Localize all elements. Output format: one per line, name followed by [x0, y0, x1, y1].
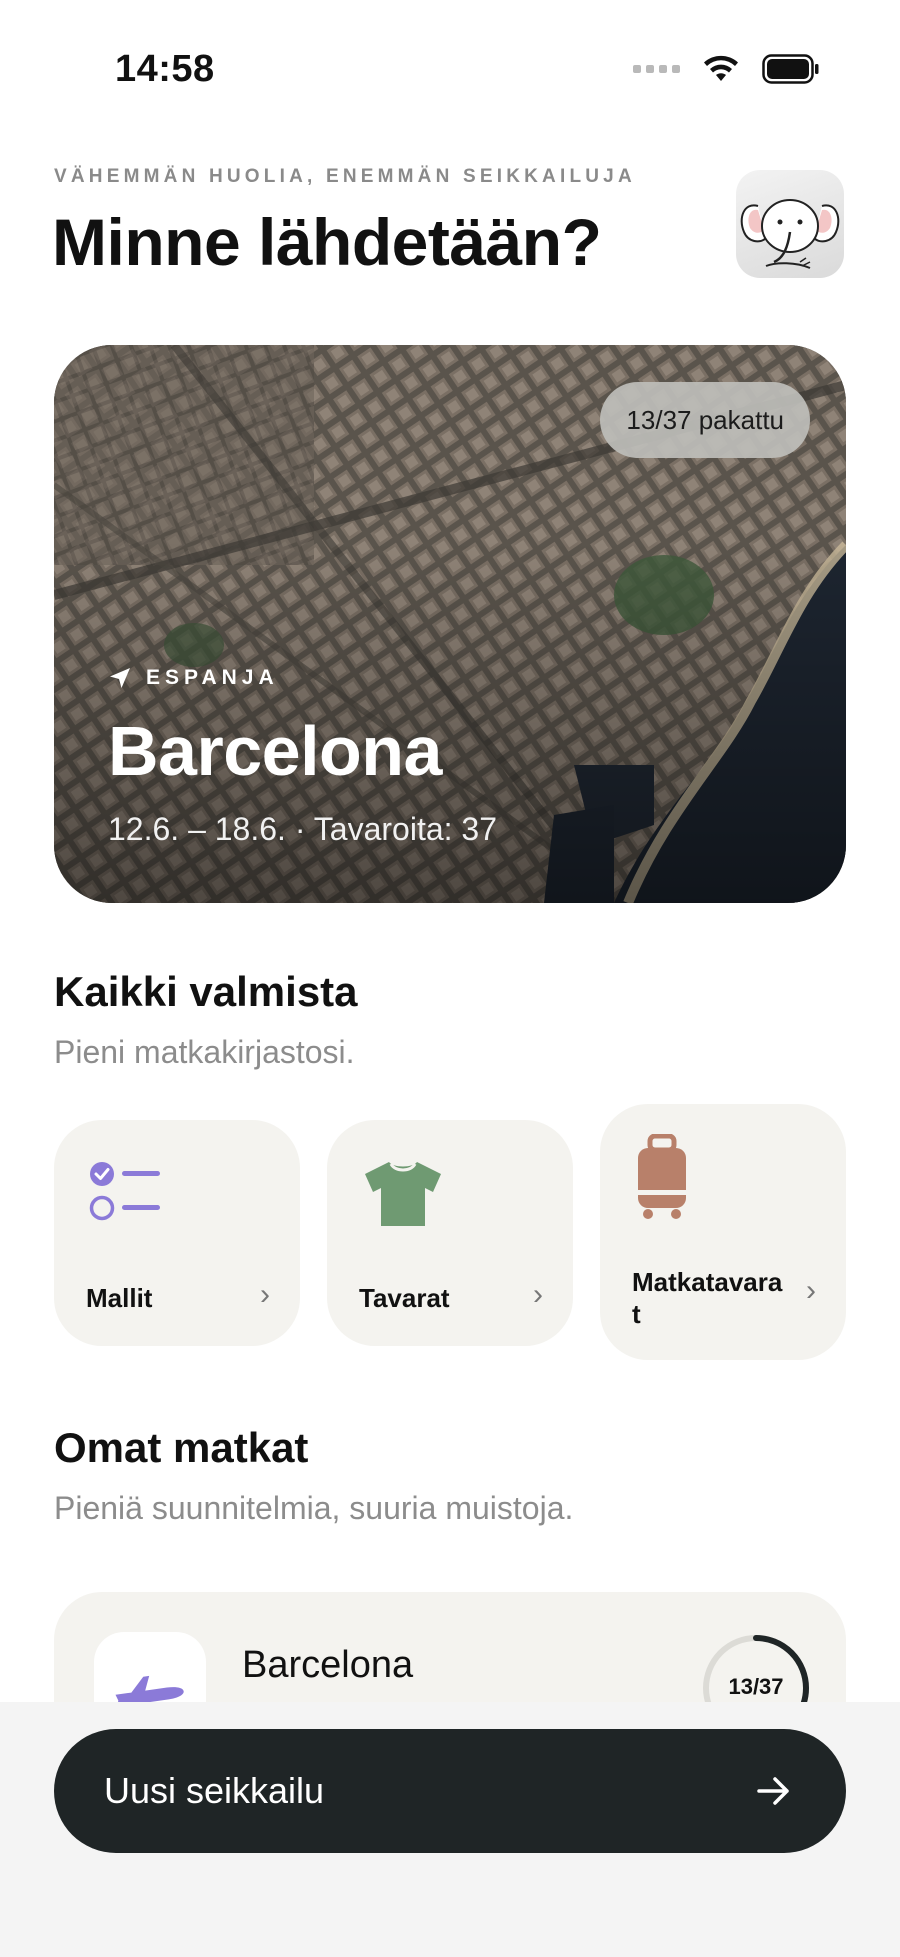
ready-section-title: Kaikki valmista [54, 968, 358, 1015]
battery-icon [762, 54, 820, 84]
tshirt-icon [365, 1162, 441, 1226]
location-arrow-icon [110, 668, 130, 688]
new-adventure-button[interactable]: Uusi seikkailu [54, 1729, 846, 1853]
wifi-icon [702, 55, 740, 83]
avatar[interactable] [736, 170, 844, 278]
tile-items[interactable]: Tavarat › [327, 1120, 573, 1346]
suitcase-icon [638, 1134, 686, 1219]
tile-templates[interactable]: Mallit › [54, 1120, 300, 1346]
page-title: Minne lähdetään? [52, 205, 602, 279]
country-label: ESPANJA [146, 666, 279, 689]
hero-country: ESPANJA [108, 666, 279, 690]
tile-templates-label: Mallit [86, 1283, 153, 1313]
featured-trip-card[interactable]: 13/37 pakattu ESPANJA Barcelona 12.6. – … [54, 345, 846, 903]
arrow-right-icon [757, 1777, 789, 1805]
chevron-right-icon: › [260, 1278, 270, 1311]
tile-items-label: Tavarat [359, 1283, 450, 1313]
packed-progress-badge: 13/37 pakattu [600, 382, 810, 458]
trips-section-subtitle: Pieniä suunnitelmia, suuria muistoja. [54, 1490, 574, 1526]
tile-luggage-label: Matkatavara t [632, 1267, 783, 1329]
hero-city-name: Barcelona [108, 712, 442, 790]
tile-luggage[interactable]: Matkatavara t › [600, 1104, 846, 1360]
status-time: 14:58 [115, 48, 215, 90]
hero-trip-meta: 12.6. – 18.6. · Tavaroita: 37 [108, 811, 497, 847]
trips-section-title: Omat matkat [54, 1424, 309, 1471]
trip-progress-label: 13/37 [728, 1674, 784, 1699]
chevron-right-icon: › [806, 1274, 816, 1307]
trip-name: Barcelona [242, 1644, 414, 1686]
status-icons [633, 54, 820, 84]
ready-section-subtitle: Pieni matkakirjastosi. [54, 1034, 355, 1070]
cellular-signal-icon [633, 65, 680, 73]
checklist-icon [89, 1162, 160, 1221]
tagline: VÄHEMMÄN HUOLIA, ENEMMÄN SEIKKAILUJA [54, 166, 636, 187]
chevron-right-icon: › [533, 1278, 543, 1311]
new-adventure-label: Uusi seikkailu [104, 1770, 325, 1811]
elephant-icon [740, 199, 840, 269]
